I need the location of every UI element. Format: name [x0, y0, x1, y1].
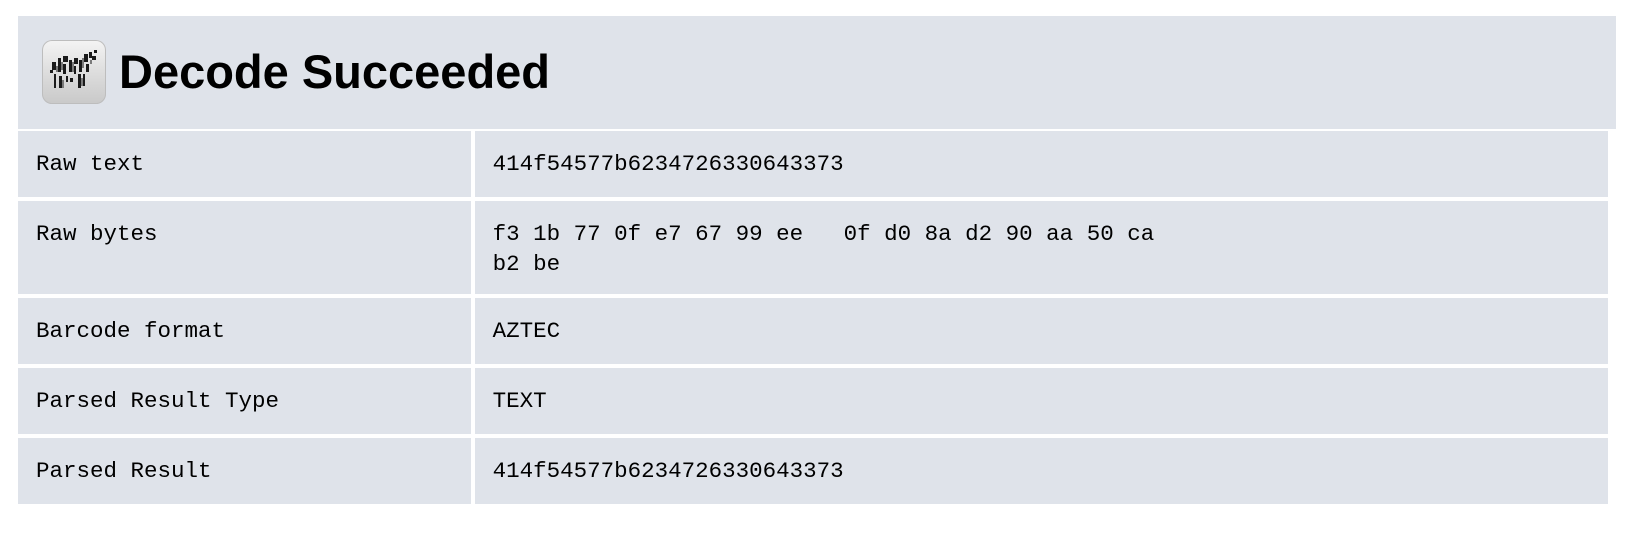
result-header: Decode Succeeded	[18, 16, 1616, 129]
parsed-result-type-value: TEXT	[474, 368, 1608, 434]
table-row-parsed-result: Parsed Result 414f54577b6234726330643373	[18, 438, 1608, 504]
table-row-raw-text: Raw text 414f54577b6234726330643373	[18, 131, 1608, 197]
decode-results-table: Raw text 414f54577b6234726330643373 Raw …	[14, 127, 1612, 508]
table-row-barcode-format: Barcode format AZTEC	[18, 298, 1608, 364]
barcode-format-value: AZTEC	[474, 298, 1608, 364]
raw-bytes-value: f3 1b 77 0f e7 67 99 ee 0f d0 8a d2 90 a…	[474, 201, 1608, 294]
raw-text-value: 414f54577b6234726330643373	[474, 131, 1608, 197]
raw-text-label: Raw text	[18, 131, 471, 197]
page-title: Decode Succeeded	[119, 45, 551, 98]
parsed-result-type-label: Parsed Result Type	[18, 368, 471, 434]
table-row-raw-bytes: Raw bytes f3 1b 77 0f e7 67 99 ee 0f d0 …	[18, 201, 1608, 294]
raw-bytes-line-2: b2 be	[492, 251, 561, 277]
parsed-result-label: Parsed Result	[18, 438, 471, 504]
parsed-result-value: 414f54577b6234726330643373	[474, 438, 1608, 504]
table-row-parsed-result-type: Parsed Result Type TEXT	[18, 368, 1608, 434]
barcode-format-label: Barcode format	[18, 298, 471, 364]
raw-bytes-line-1: f3 1b 77 0f e7 67 99 ee 0f d0 8a d2 90 a…	[492, 221, 1155, 247]
raw-bytes-label: Raw bytes	[18, 201, 471, 294]
zebra-barcode-logo-icon	[42, 40, 106, 104]
